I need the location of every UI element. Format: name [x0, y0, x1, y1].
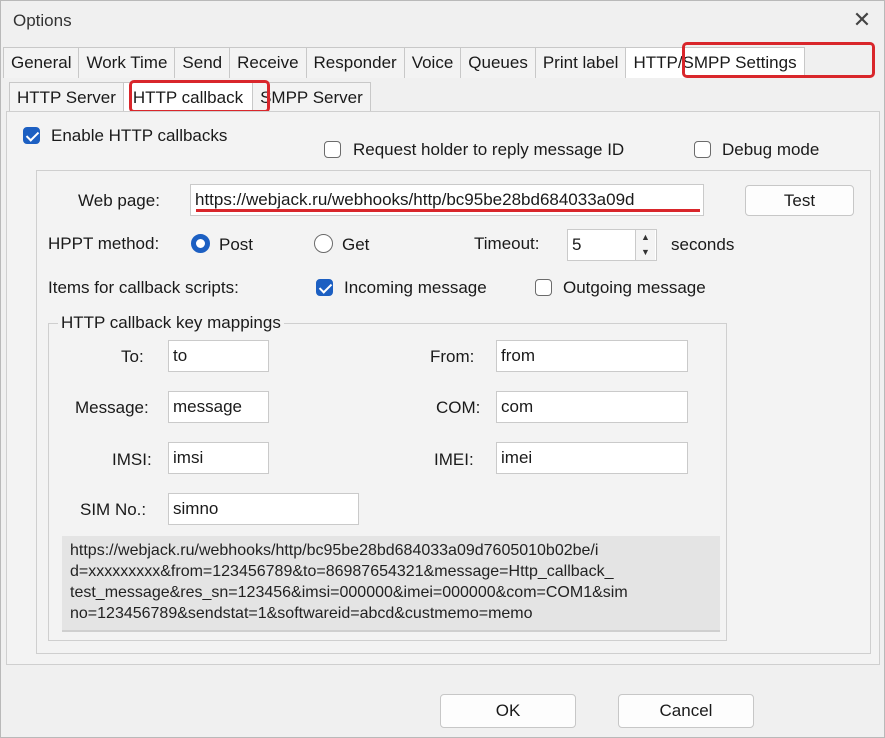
from-input[interactable]: from: [496, 340, 688, 372]
callback-url-preview: https://webjack.ru/webhooks/http/bc95be2…: [62, 536, 720, 632]
tab-responder[interactable]: Responder: [305, 47, 405, 78]
stepper-down-icon[interactable]: ▼: [636, 245, 655, 260]
incoming-message-label: Incoming message: [344, 278, 487, 297]
request-holder-label: Request holder to reply message ID: [353, 140, 625, 159]
main-tab-bar: General Work Time Send Receive Responder…: [3, 47, 805, 78]
request-holder-checkbox[interactable]: [324, 141, 341, 158]
sim-no-input[interactable]: simno: [168, 493, 359, 525]
imei-input[interactable]: imei: [496, 442, 688, 474]
debug-mode-checkbox[interactable]: [694, 141, 711, 158]
tab-receive[interactable]: Receive: [229, 47, 307, 78]
tab-send[interactable]: Send: [174, 47, 231, 78]
http-method-label: HPPT method:: [48, 234, 160, 253]
message-input[interactable]: message: [168, 391, 269, 423]
web-page-underline: [196, 209, 700, 212]
tab-http-smpp-settings[interactable]: HTTP/SMPP Settings: [625, 47, 805, 78]
key-mappings-legend: HTTP callback key mappings: [58, 313, 284, 333]
cancel-button[interactable]: Cancel: [618, 694, 754, 728]
timeout-unit: seconds: [671, 235, 735, 254]
items-label: Items for callback scripts:: [48, 278, 239, 297]
imsi-label: IMSI:: [112, 450, 152, 469]
post-radio[interactable]: [191, 234, 210, 253]
web-page-label: Web page:: [78, 191, 160, 210]
debug-mode-label: Debug mode: [722, 140, 820, 159]
tab-smpp-server[interactable]: SMPP Server: [252, 82, 371, 113]
tab-general[interactable]: General: [3, 47, 80, 78]
tab-work-time[interactable]: Work Time: [78, 47, 176, 78]
imsi-input[interactable]: imsi: [168, 442, 269, 474]
tab-voice[interactable]: Voice: [403, 47, 462, 78]
tab-queues[interactable]: Queues: [460, 47, 536, 78]
get-label: Get: [342, 235, 370, 254]
imei-label: IMEI:: [434, 450, 474, 469]
test-button[interactable]: Test: [745, 185, 854, 216]
com-input[interactable]: com: [496, 391, 688, 423]
close-icon[interactable]: ✕: [851, 9, 873, 31]
ok-button[interactable]: OK: [440, 694, 576, 728]
sub-tab-bar: HTTP Server HTTP callback SMPP Server: [9, 82, 371, 113]
tab-http-callback[interactable]: HTTP callback: [122, 82, 254, 113]
post-label: Post: [219, 235, 254, 254]
sim-no-label: SIM No.:: [80, 500, 147, 519]
enable-callbacks-label: Enable HTTP callbacks: [51, 126, 228, 145]
timeout-label: Timeout:: [474, 234, 540, 253]
to-input[interactable]: to: [168, 340, 269, 372]
outgoing-message-checkbox[interactable]: [535, 279, 552, 296]
tab-print-label[interactable]: Print label: [534, 47, 627, 78]
enable-callbacks-checkbox[interactable]: [23, 127, 40, 144]
timeout-stepper[interactable]: ▲ ▼: [635, 230, 655, 260]
window-title: Options: [13, 11, 72, 30]
options-dialog: Options ✕ General Work Time Send Receive…: [0, 0, 885, 738]
outgoing-message-label: Outgoing message: [563, 278, 706, 297]
from-label: From:: [430, 347, 475, 366]
tab-http-server[interactable]: HTTP Server: [9, 82, 124, 113]
to-label: To:: [121, 347, 144, 366]
stepper-up-icon[interactable]: ▲: [636, 230, 655, 245]
com-label: COM:: [436, 398, 481, 417]
message-label: Message:: [75, 398, 149, 417]
get-radio[interactable]: [314, 234, 333, 253]
incoming-message-checkbox[interactable]: [316, 279, 333, 296]
